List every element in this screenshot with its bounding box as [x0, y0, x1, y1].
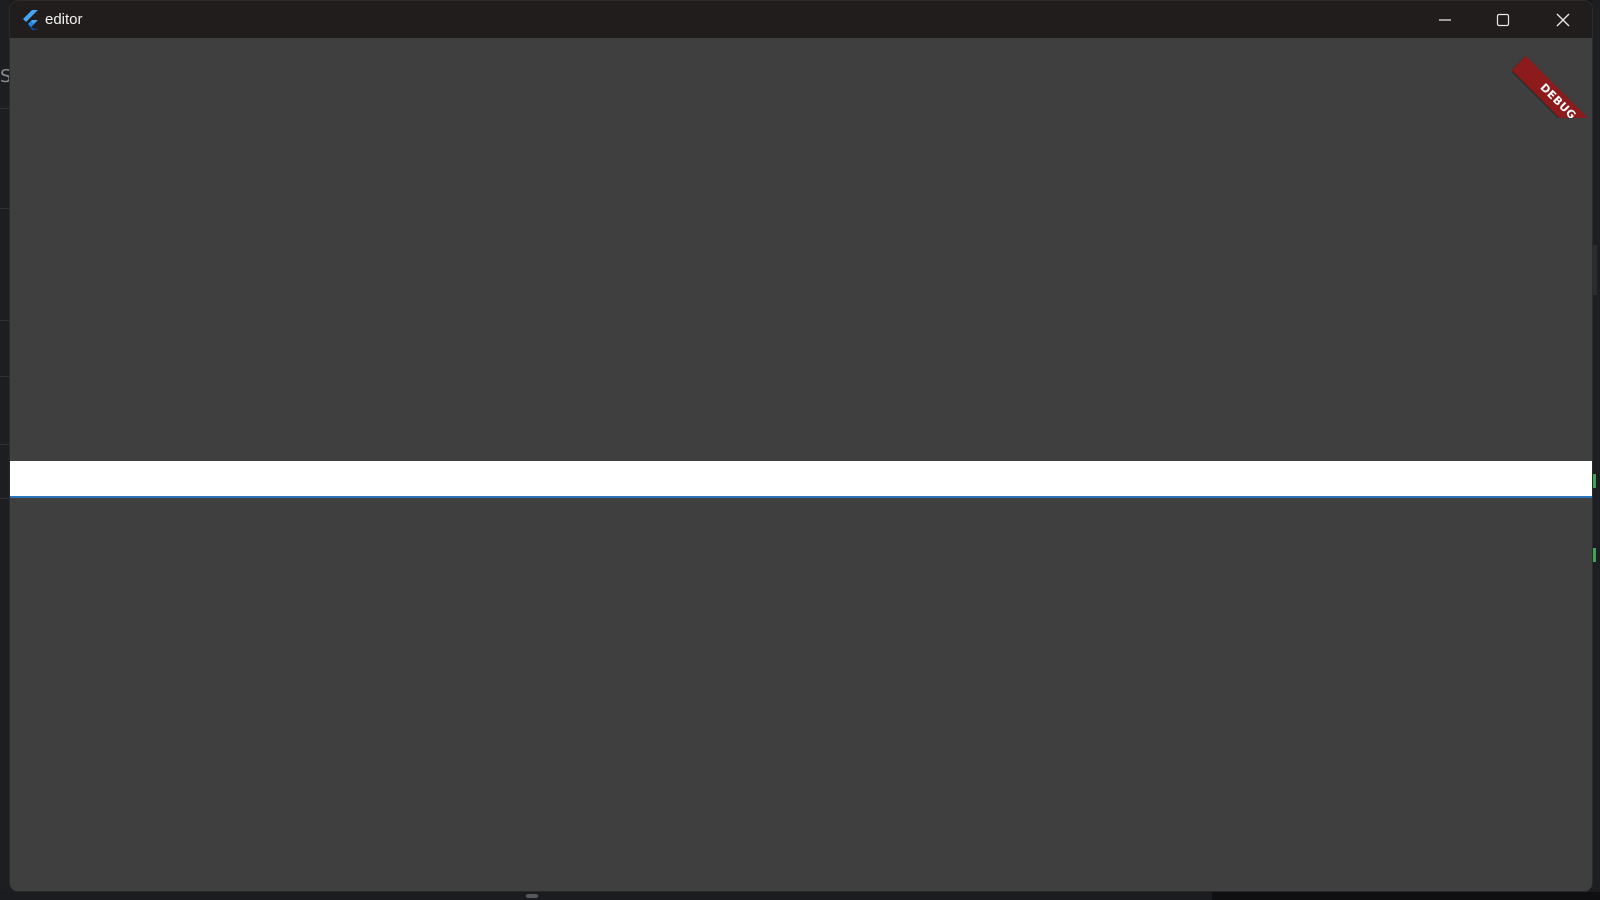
background-code-fragment [1592, 548, 1596, 562]
close-button[interactable] [1534, 1, 1592, 38]
background-divider [0, 376, 9, 377]
background-divider [0, 498, 9, 499]
debug-banner: DEBUG [1512, 38, 1592, 118]
background-divider [0, 108, 9, 109]
background-scrollbar [1593, 245, 1597, 295]
debug-banner-label: DEBUG [1512, 56, 1592, 118]
background-window-left-edge [0, 0, 10, 900]
editor-text-field[interactable] [10, 461, 1592, 498]
app-window: editor DEBUG [10, 1, 1592, 891]
background-divider [0, 208, 9, 209]
background-code-fragment [1592, 474, 1596, 488]
background-window-right-edge [1592, 0, 1600, 900]
background-resize-handle [526, 894, 538, 898]
background-panel [1212, 892, 1600, 900]
flutter-logo-icon [23, 10, 38, 30]
maximize-icon [1496, 13, 1510, 26]
window-title: editor [45, 11, 83, 28]
background-divider [0, 444, 9, 445]
title-bar[interactable]: editor [10, 1, 1592, 38]
minimize-icon [1439, 18, 1451, 21]
close-icon [1556, 13, 1570, 26]
editor-canvas[interactable]: DEBUG [10, 38, 1592, 891]
minimize-button[interactable] [1416, 1, 1474, 38]
background-divider [0, 320, 9, 321]
maximize-button[interactable] [1474, 1, 1532, 38]
